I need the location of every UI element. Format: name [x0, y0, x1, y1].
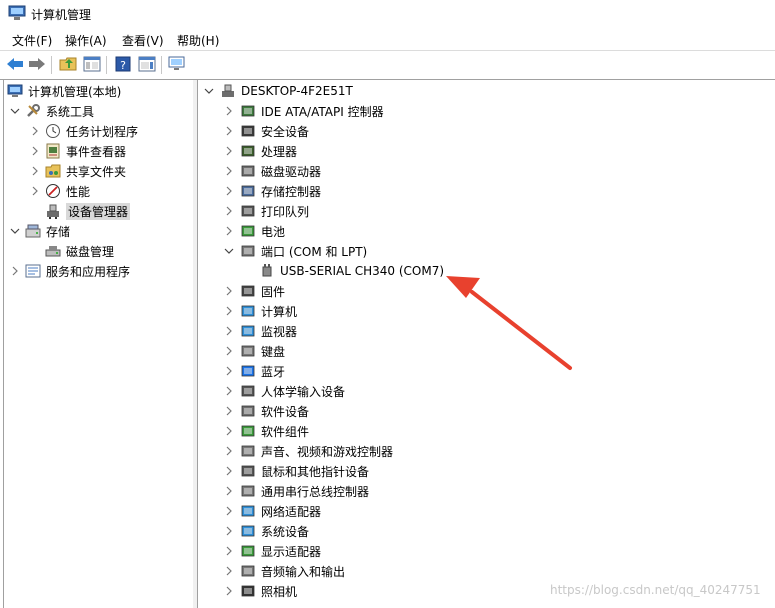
tree-label: 设备管理器: [66, 202, 131, 220]
chevron-down-icon[interactable]: [9, 225, 21, 237]
back-button[interactable]: [5, 54, 25, 74]
tree-label: 事件查看器: [66, 144, 127, 159]
tree-label: 磁盘管理: [66, 244, 115, 259]
tree-item-disk-management[interactable]: 磁盘管理: [45, 241, 114, 261]
action-pane-button[interactable]: [137, 54, 157, 74]
chevron-right-icon[interactable]: [29, 165, 41, 177]
toolbar-separator: [51, 56, 52, 74]
annotation-arrow: [446, 276, 572, 370]
chevron-down-icon[interactable]: [9, 105, 21, 117]
menu-help[interactable]: 帮助(H): [177, 32, 219, 49]
disk-management-icon: [45, 243, 61, 259]
toolbar-separator: [161, 56, 162, 74]
event-log-icon: [45, 143, 61, 159]
tree-item-device-manager[interactable]: 设备管理器: [45, 201, 131, 221]
help-icon: ?: [115, 56, 131, 72]
action-pane-icon: [138, 56, 156, 72]
services-icon: [25, 263, 41, 279]
tree-item-task-scheduler[interactable]: 任务计划程序: [29, 121, 138, 141]
tree-label: 共享文件夹: [66, 164, 127, 179]
toolbar-separator: [106, 56, 107, 74]
menu-file[interactable]: 文件(F): [12, 32, 52, 49]
watermark-text: https://blog.csdn.net/qq_40247751: [550, 583, 761, 597]
chevron-right-icon[interactable]: [29, 145, 41, 157]
tree-item-performance[interactable]: 性能: [29, 181, 90, 201]
tree-item-system-tools[interactable]: 系统工具: [9, 101, 94, 121]
computer-management-icon: [7, 83, 23, 99]
tools-icon: [25, 103, 41, 119]
tree-label: 性能: [66, 184, 91, 199]
menu-view[interactable]: 查看(V): [122, 32, 164, 49]
computer-management-icon: [8, 5, 26, 20]
tree-label: 计算机管理(本地): [28, 84, 122, 99]
help-button[interactable]: ?: [113, 54, 133, 74]
tree-label: 任务计划程序: [66, 124, 139, 139]
menu-action[interactable]: 操作(A): [65, 32, 107, 49]
tree-label: 服务和应用程序: [46, 264, 131, 279]
tree-item-services-apps[interactable]: 服务和应用程序: [9, 261, 130, 281]
shared-folder-icon: [45, 163, 61, 179]
back-arrow-icon: [7, 58, 23, 70]
tree-label: 存储: [46, 224, 71, 239]
console-tree-pane: 计算机管理(本地) 系统工具 任务计划程序 事件查看器 共享文件夹 性能 设备管…: [3, 80, 194, 608]
scan-hardware-button[interactable]: [167, 54, 187, 74]
forward-button[interactable]: [27, 54, 47, 74]
tree-label: 系统工具: [46, 104, 95, 119]
svg-text:?: ?: [120, 59, 126, 72]
toolbar: ?: [0, 50, 775, 80]
tree-item-root[interactable]: 计算机管理(本地): [7, 81, 121, 101]
clock-icon: [45, 123, 61, 139]
chevron-right-icon[interactable]: [9, 265, 21, 277]
tree-item-storage[interactable]: 存储: [9, 221, 70, 241]
storage-icon: [25, 223, 41, 239]
chevron-right-icon[interactable]: [29, 185, 41, 197]
chevron-right-icon[interactable]: [29, 125, 41, 137]
up-level-button[interactable]: [58, 54, 78, 74]
performance-icon: [45, 183, 61, 199]
device-manager-icon: [45, 203, 61, 219]
window-title: 计算机管理: [31, 8, 92, 22]
monitor-scan-icon: [168, 56, 185, 70]
show-hide-tree-button[interactable]: [82, 54, 102, 74]
menu-bar: 文件(F) 操作(A) 查看(V) 帮助(H): [0, 29, 775, 50]
tree-item-shared-folders[interactable]: 共享文件夹: [29, 161, 126, 181]
tree-item-event-viewer[interactable]: 事件查看器: [29, 141, 126, 161]
forward-arrow-icon: [29, 58, 45, 70]
folder-up-icon: [59, 57, 77, 71]
title-bar: 计算机管理: [0, 0, 775, 28]
console-tree-icon: [83, 56, 101, 72]
device-tree-pane: DESKTOP-4F2E51T IDE ATA/ATAPI 控制器 安全设备 处理器…: [197, 80, 775, 608]
